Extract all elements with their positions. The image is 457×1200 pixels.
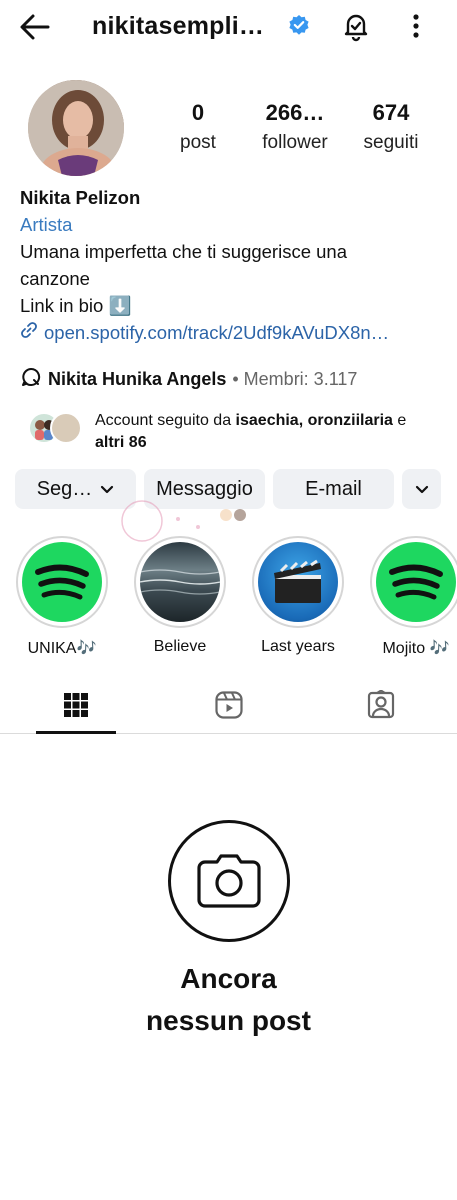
followed-by[interactable]: Account seguito da isaechia, oronziilari… <box>28 410 438 454</box>
profile-tabs <box>0 680 457 734</box>
channel-members: • Membri: 3.117 <box>232 369 358 389</box>
reels-icon <box>214 690 244 725</box>
highlight-unika[interactable]: UNIKA🎶 <box>16 536 108 658</box>
bio-link-text: open.spotify.com/track/2Udf9kAVuDX8n… <box>44 322 390 343</box>
highlight-label: Mojito 🎶 <box>382 640 450 657</box>
clapperboard-icon <box>258 542 338 622</box>
followed-by-prefix: Account seguito da <box>95 412 236 429</box>
bio-line-2: canzone <box>20 268 90 289</box>
followers-count-label: follower <box>262 132 328 153</box>
empty-state-message: Ancora nessun post <box>0 958 457 1042</box>
broadcast-channel[interactable]: Nikita Hunika Angels • Membri: 3.117 <box>20 366 357 393</box>
more-options-icon[interactable] <box>402 12 430 40</box>
profile-category: Artista <box>20 214 73 235</box>
followed-by-text: Account seguito da isaechia, oronziilari… <box>95 410 435 454</box>
follow-button-label: Seg… <box>36 477 93 500</box>
highlight-ring <box>370 536 457 628</box>
highlight-label: UNIKA🎶 <box>27 640 97 657</box>
highlight-believe[interactable]: Believe <box>134 536 226 656</box>
following-count-label: seguiti <box>363 132 419 153</box>
following-count-value: 674 <box>372 100 410 125</box>
back-arrow-icon[interactable] <box>18 12 52 42</box>
empty-state-line-1: Ancora <box>180 963 277 994</box>
chevron-down-icon <box>415 478 429 501</box>
posts-count-label: post <box>180 132 216 153</box>
highlight-label: Believe <box>153 638 207 655</box>
verified-badge-icon <box>288 14 310 36</box>
grid-icon <box>62 691 90 724</box>
posts-count: 0 post <box>153 100 243 154</box>
profile-bio: Nikita Pelizon Artista Umana imperfetta … <box>20 184 440 346</box>
link-icon <box>20 319 38 346</box>
highlight-ring <box>16 536 108 628</box>
spotify-icon <box>22 542 102 622</box>
tab-reels[interactable] <box>189 680 269 734</box>
channel-name: Nikita Hunika Angels <box>48 369 227 389</box>
highlight-ring <box>134 536 226 628</box>
camera-icon <box>168 820 290 942</box>
email-button-label: E-mail <box>305 477 362 500</box>
following-count[interactable]: 674 seguiti <box>346 100 436 154</box>
profile-avatar[interactable] <box>28 80 124 176</box>
notification-bell-icon[interactable] <box>340 10 372 42</box>
tab-grid[interactable] <box>36 680 116 734</box>
highlight-last-years[interactable]: Last years <box>252 536 344 656</box>
bio-line-3: Link in bio ⬇️ <box>20 295 132 316</box>
followed-by-others: altri 86 <box>95 434 147 451</box>
followed-by-names: isaechia, oronziilaria <box>235 412 393 429</box>
highlight-ring <box>252 536 344 628</box>
profile-full-name: Nikita Pelizon <box>20 187 141 208</box>
top-bar: nikitasempli… <box>0 0 457 56</box>
highlight-mojito[interactable]: Mojito 🎶 <box>370 536 457 658</box>
active-tab-indicator <box>36 731 116 734</box>
email-button[interactable]: E-mail <box>273 469 394 509</box>
bio-external-link[interactable]: open.spotify.com/track/2Udf9kAVuDX8n… <box>20 319 440 346</box>
followed-by-and: e <box>392 412 407 429</box>
profile-username: nikitasempli… <box>92 12 265 40</box>
channel-icon <box>20 366 42 393</box>
posts-count-value: 0 <box>191 100 205 125</box>
bio-line-1: Umana imperfetta che ti suggerisce una <box>20 241 348 262</box>
empty-state-line-2: nessun post <box>146 1005 311 1036</box>
followers-count-value: 266… <box>265 100 325 125</box>
followers-count[interactable]: 266… follower <box>250 100 340 154</box>
suggested-accounts-button[interactable] <box>402 469 441 509</box>
tagged-icon <box>366 688 396 725</box>
highlight-label: Last years <box>261 638 335 655</box>
water-image <box>140 542 220 622</box>
chevron-down-icon <box>100 478 114 501</box>
spotify-icon <box>376 542 456 622</box>
tab-tagged[interactable] <box>341 680 421 734</box>
follower-avatar <box>50 412 82 444</box>
